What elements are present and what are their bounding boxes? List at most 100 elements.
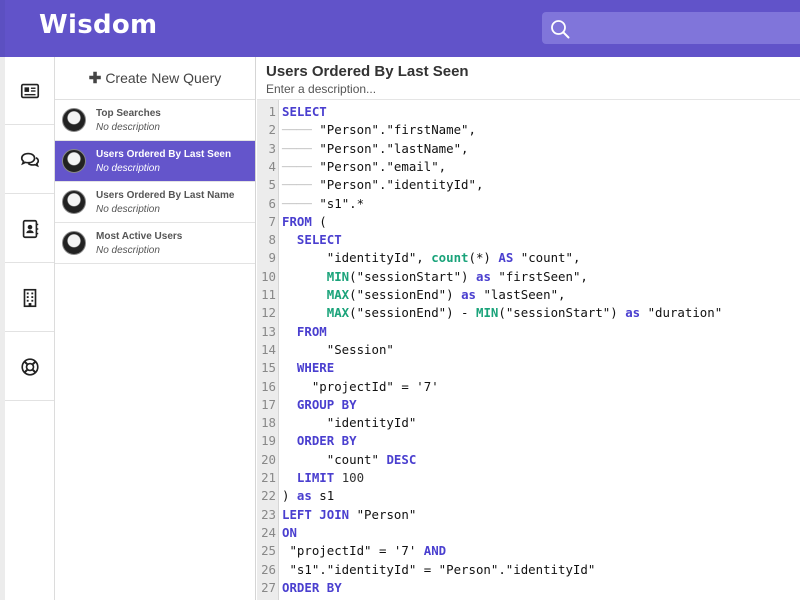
code-token: "Person" [349,506,417,522]
code-token: ("sessionStart") [349,268,476,284]
code-token: ) [282,488,297,504]
code-text: "identityId" [282,414,417,432]
code-text: "Session" [282,341,394,359]
code-token: ("sessionEnd") [349,287,462,302]
code-line: 9 "identityId", count(*) AS "count", [257,249,800,267]
query-item-description: No description [96,204,160,215]
code-token: "Person"."firstName", [319,122,476,138]
rail-item-support[interactable] [5,333,54,401]
code-line: 27 ORDER BY [257,579,800,597]
line-number: 2 [268,122,276,138]
code-line: 18 "identityId" [257,414,800,432]
code-text: ──── "s1".* [282,195,364,213]
code-token: ──── [282,122,320,138]
building-icon [23,288,36,307]
code-text: LEFT JOIN "Person" [282,506,416,524]
line-number: 18 [261,415,276,431]
avatar [62,231,86,255]
query-item-title: Users Ordered By Last Seen [96,149,232,160]
code-text: FROM [282,323,327,341]
query-description-input[interactable] [266,81,686,97]
code-token: "Person"."email", [319,158,447,174]
query-title[interactable]: Users Ordered By Last Seen [266,63,469,80]
code-token: "lastSeen", [475,287,566,302]
search-icon[interactable] [550,19,570,39]
line-number: 19 [261,433,276,449]
query-list-item[interactable]: Users Ordered By Last Seen No description [55,141,255,182]
code-token: count [431,250,469,266]
code-token: s1 [311,488,335,504]
code-token: AND [423,543,447,559]
code-line: 26 "s1"."identityId" = "Person"."identit… [257,561,800,579]
code-token: SELECT [282,104,327,119]
query-list-item[interactable]: Most Active Users No description [55,223,255,264]
code-line: 20 "count" DESC [257,451,800,469]
rail-item-queries[interactable] [5,57,54,125]
code-line: 21 LIMIT 100 [257,469,800,487]
code-token: ("sessionStart") [498,305,626,321]
code-line: 6 ──── "s1".* [257,195,800,213]
line-number: 1 [268,104,276,119]
code-token: "Person"."identityId", [319,177,484,193]
code-text: ORDER BY [282,432,357,450]
query-list-item[interactable]: Top Searches No description [55,100,255,141]
code-text: FROM ( [282,213,327,231]
search-input[interactable] [576,16,800,40]
app-logo[interactable]: Wisdom [39,10,157,40]
code-text: ORDER BY [282,579,342,597]
avatar [62,149,86,173]
code-token: (*) [468,250,499,266]
rail-item-companies[interactable] [5,264,54,332]
rail-item-conversations[interactable] [5,126,54,194]
code-line: 5 ──── "Person"."identityId", [257,176,800,194]
code-token: MAX [326,287,350,302]
address-book-icon [22,219,38,238]
query-list-item[interactable]: Users Ordered By Last Name No description [55,182,255,223]
line-number: 7 [268,213,276,229]
code-token: GROUP BY [296,396,357,412]
code-token: MIN [475,305,499,321]
rail-item-contacts[interactable] [5,195,54,263]
line-number: 5 [268,177,276,193]
lifebuoy-icon [20,357,39,376]
code-line: 7 FROM ( [257,213,800,231]
code-line: 13 FROM [257,323,800,341]
code-token: ON [282,524,297,540]
query-item-description: No description [96,245,160,256]
code-text: "identityId", count(*) AS "count", [282,249,581,267]
sql-code-editor[interactable]: 1 SELECT 2 ──── "Person"."firstName", 3 ──── … [257,99,800,600]
code-line: 2 ──── "Person"."firstName", [257,121,800,139]
line-number: 27 [261,579,276,595]
code-token: ORDER BY [282,579,342,595]
code-token: as [475,268,491,284]
line-number: 8 [268,232,276,248]
line-number: 22 [261,488,276,504]
line-number: 17 [261,396,276,412]
create-new-query-button[interactable]: ✚ Create New Query [55,57,255,100]
code-text: WHERE [282,359,334,377]
code-line: 14 "Session" [257,341,800,359]
code-token: ( [311,213,327,229]
search-box[interactable] [542,12,800,44]
code-token: ──── [282,195,320,211]
query-editor-area: Users Ordered By Last Seen 1 SELECT 2 ──── … [257,57,800,600]
line-number: 21 [261,470,276,485]
line-number: 24 [261,524,276,540]
code-token: ──── [282,177,320,193]
line-number: 13 [261,323,276,339]
code-text: ──── "Person"."email", [282,158,446,176]
code-line: 16 "projectId" = '7' [257,378,800,396]
code-line: 17 GROUP BY [257,396,800,414]
top-header: Wisdom [5,0,800,57]
code-token: FROM [282,213,312,229]
line-number: 16 [261,378,276,394]
code-line: 25 "projectId" = '7' AND [257,542,800,560]
code-text: ──── "Person"."identityId", [282,176,483,194]
newspaper-icon [20,83,39,98]
code-text: "count" DESC [282,451,417,469]
code-token: "projectId" = '7' [282,378,439,394]
